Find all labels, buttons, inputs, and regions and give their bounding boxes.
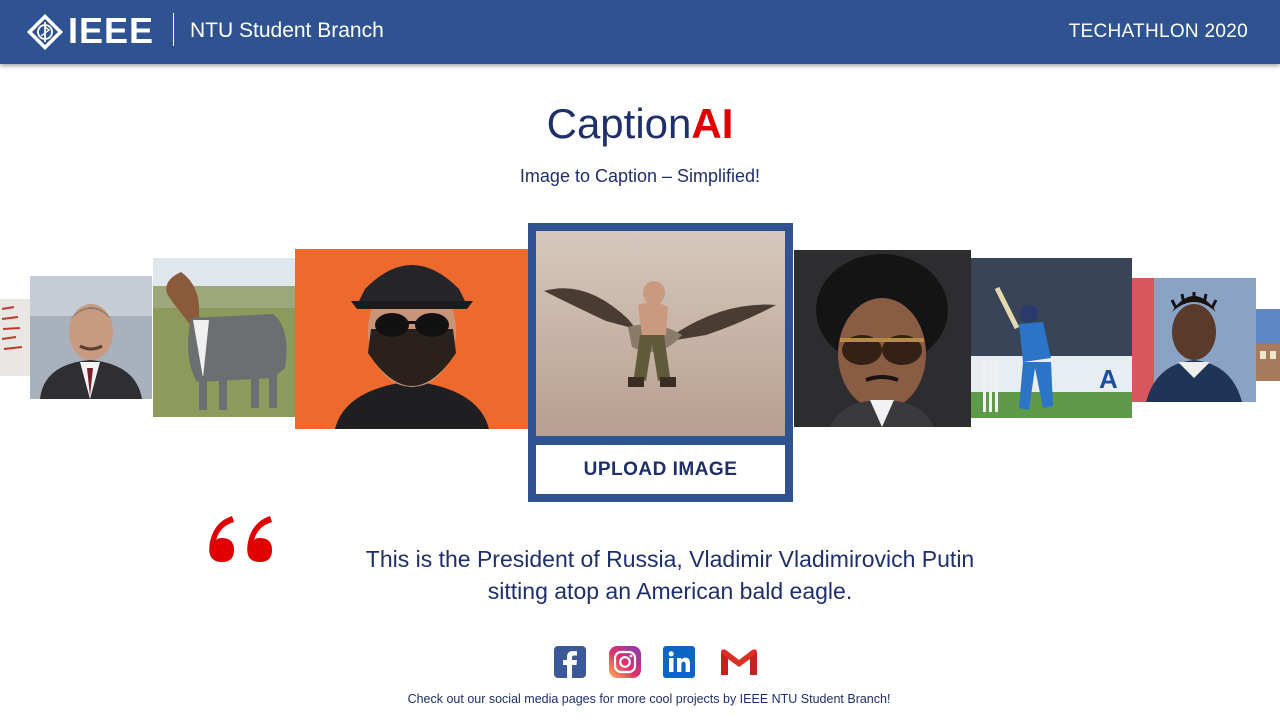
event-name: TECHATHLON 2020: [1068, 21, 1248, 42]
page-subtitle: Image to Caption – Simplified!: [519, 166, 761, 186]
branch-name: NTU Student Branch: [190, 19, 384, 42]
facebook-icon[interactable]: [553, 645, 587, 679]
carousel-image-horse-suit[interactable]: [153, 258, 295, 417]
upload-panel: UPLOAD IMAGE: [528, 223, 793, 502]
title-ai-text: AI: [691, 100, 734, 147]
caption-line-2: sitting atop an American bald eagle.: [487, 578, 853, 604]
quote-mark-icon: [209, 516, 272, 562]
ieee-logo-text: IEEE: [68, 10, 155, 51]
ieee-diamond-logo-icon: [27, 14, 63, 50]
footer-text: Check out our social media pages for mor…: [407, 692, 891, 706]
carousel-image-rapper[interactable]: [1132, 278, 1256, 402]
title-caption-text: Caption: [546, 100, 692, 147]
uploaded-image-putin-eagle: [536, 231, 785, 436]
carousel-image-man-sunglasses[interactable]: [794, 250, 971, 427]
carousel-image-cricketer[interactable]: A: [971, 258, 1132, 418]
caption-line-1: This is the President of Russia, Vladimi…: [365, 546, 975, 572]
carousel-image-graffiti[interactable]: [0, 299, 30, 376]
svg-text:A: A: [1099, 364, 1118, 394]
page-title: CaptionAI: [0, 98, 1280, 150]
upload-image-button[interactable]: UPLOAD IMAGE: [536, 445, 785, 494]
carousel-image-building[interactable]: [1256, 309, 1280, 381]
carousel-image-bearded-man[interactable]: [295, 249, 529, 429]
header-divider: [173, 13, 174, 46]
generated-caption: This is the President of Russia, Vladimi…: [330, 543, 1010, 607]
gmail-icon[interactable]: [719, 645, 759, 679]
header-bar: IEEE NTU Student Branch TECHATHLON 2020: [0, 0, 1280, 64]
instagram-icon[interactable]: [608, 645, 642, 679]
carousel-image-man-suit[interactable]: [30, 276, 152, 399]
linkedin-icon[interactable]: [662, 645, 696, 679]
